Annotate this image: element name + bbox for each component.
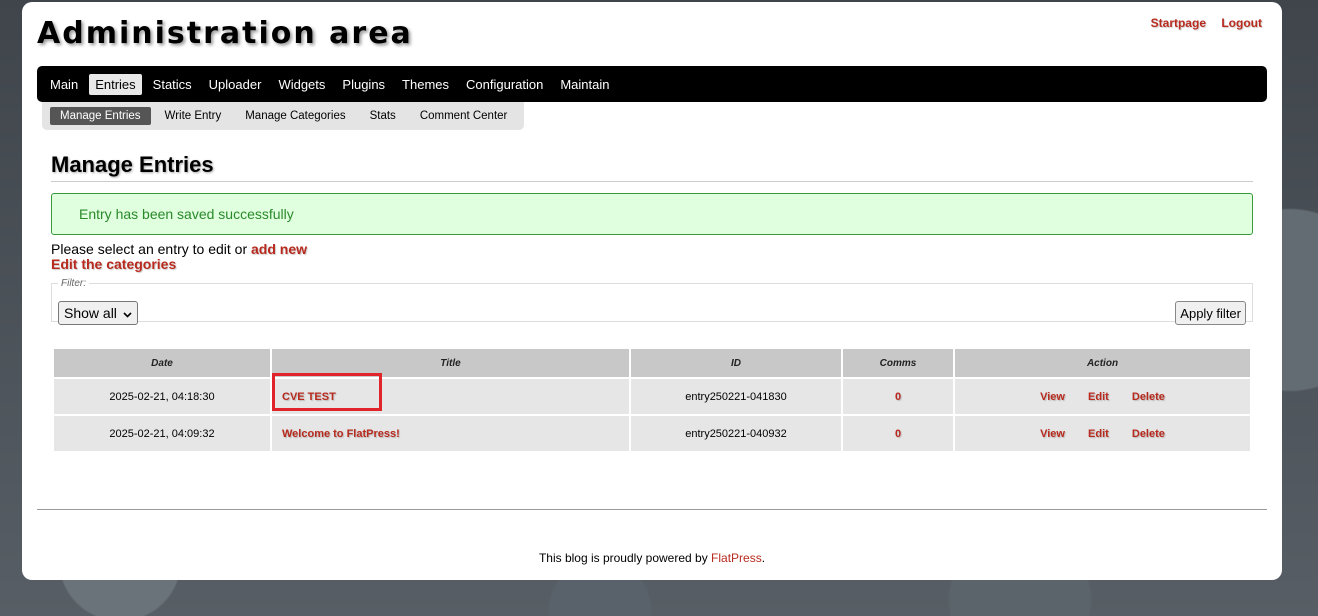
nav-statics[interactable]: Statics — [147, 74, 198, 95]
main-content: Manage Entries Entry has been saved succ… — [51, 152, 1253, 325]
entry-date: 2025-02-21, 04:09:32 — [54, 416, 270, 451]
filter-select[interactable]: Show all — [58, 301, 138, 325]
edit-link[interactable]: Edit — [1088, 391, 1109, 403]
site-title: Administration area — [37, 16, 413, 51]
table-header-row: Date Title ID Comms Action — [54, 349, 1250, 377]
view-link[interactable]: View — [1040, 391, 1065, 403]
entry-id: entry250221-041830 — [631, 379, 841, 414]
nav-main[interactable]: Main — [44, 74, 84, 95]
main-nav: Main Entries Statics Uploader Widgets Pl… — [37, 66, 1267, 102]
chevron-down-icon — [123, 305, 132, 321]
delete-link[interactable]: Delete — [1132, 391, 1165, 403]
edit-categories-link[interactable]: Edit the categories — [51, 256, 176, 272]
intro-text: Please select an entry to edit or add ne… — [51, 242, 1253, 272]
highlight-box — [272, 373, 382, 411]
footer-text: This blog is proudly powered by — [538, 551, 712, 565]
nav-themes[interactable]: Themes — [396, 74, 455, 95]
entry-comms-cell: 0 — [843, 379, 953, 414]
view-link[interactable]: View — [1040, 428, 1065, 440]
top-links: Startpage Logout — [1139, 16, 1262, 30]
edit-link[interactable]: Edit — [1088, 428, 1109, 440]
filter-legend: Filter: — [61, 278, 86, 289]
entry-comms-cell: 0 — [843, 416, 953, 451]
nav-configuration[interactable]: Configuration — [460, 74, 549, 95]
column-header-id: ID — [631, 349, 841, 377]
column-header-date: Date — [54, 349, 270, 377]
nav-maintain[interactable]: Maintain — [554, 74, 615, 95]
subnav-write-entry[interactable]: Write Entry — [155, 107, 232, 125]
subnav-stats[interactable]: Stats — [360, 107, 406, 125]
entry-actions: View Edit Delete — [955, 416, 1250, 451]
sub-nav: Manage Entries Write Entry Manage Catego… — [42, 102, 524, 130]
nav-widgets[interactable]: Widgets — [272, 74, 331, 95]
delete-link[interactable]: Delete — [1132, 428, 1165, 440]
footer-suffix: . — [761, 551, 766, 565]
nav-uploader[interactable]: Uploader — [203, 74, 268, 95]
entry-title-cell: Welcome to FlatPress! — [272, 416, 629, 451]
entry-date: 2025-02-21, 04:18:30 — [54, 379, 270, 414]
entry-comms-link[interactable]: 0 — [895, 391, 901, 403]
apply-filter-button[interactable]: Apply filter — [1175, 301, 1246, 325]
logout-link[interactable]: Logout — [1221, 16, 1262, 30]
page-heading: Manage Entries — [51, 152, 1253, 182]
intro-label: Please select an entry to edit or — [51, 241, 251, 257]
entries-table: Date Title ID Comms Action 2025-02-21, 0… — [52, 347, 1252, 453]
filter-selected-value: Show all — [64, 305, 117, 321]
entry-id: entry250221-040932 — [631, 416, 841, 451]
entry-title-link[interactable]: Welcome to FlatPress! — [282, 428, 400, 440]
admin-page: Administration area Startpage Logout Mai… — [22, 2, 1282, 580]
startpage-link[interactable]: Startpage — [1151, 16, 1206, 30]
subnav-comment-center[interactable]: Comment Center — [410, 107, 518, 125]
column-header-action: Action — [955, 349, 1250, 377]
column-header-comms: Comms — [843, 349, 953, 377]
filter-fieldset: Filter: Show all Apply filter — [51, 278, 1253, 325]
entry-actions: View Edit Delete — [955, 379, 1250, 414]
footer-divider — [37, 509, 1267, 510]
add-new-link[interactable]: add new — [251, 241, 307, 257]
subnav-manage-entries[interactable]: Manage Entries — [50, 107, 151, 125]
nav-entries[interactable]: Entries — [89, 73, 142, 95]
footer: This blog is proudly powered by FlatPres… — [22, 551, 1282, 565]
nav-plugins[interactable]: Plugins — [336, 74, 391, 95]
success-message: Entry has been saved successfully — [51, 193, 1253, 235]
flatpress-link[interactable]: FlatPress — [711, 551, 762, 565]
entry-comms-link[interactable]: 0 — [895, 428, 901, 440]
table-row: 2025-02-21, 04:09:32 Welcome to FlatPres… — [54, 416, 1250, 451]
subnav-manage-categories[interactable]: Manage Categories — [235, 107, 355, 125]
table-row: 2025-02-21, 04:18:30 CVE TEST entry25022… — [54, 379, 1250, 414]
